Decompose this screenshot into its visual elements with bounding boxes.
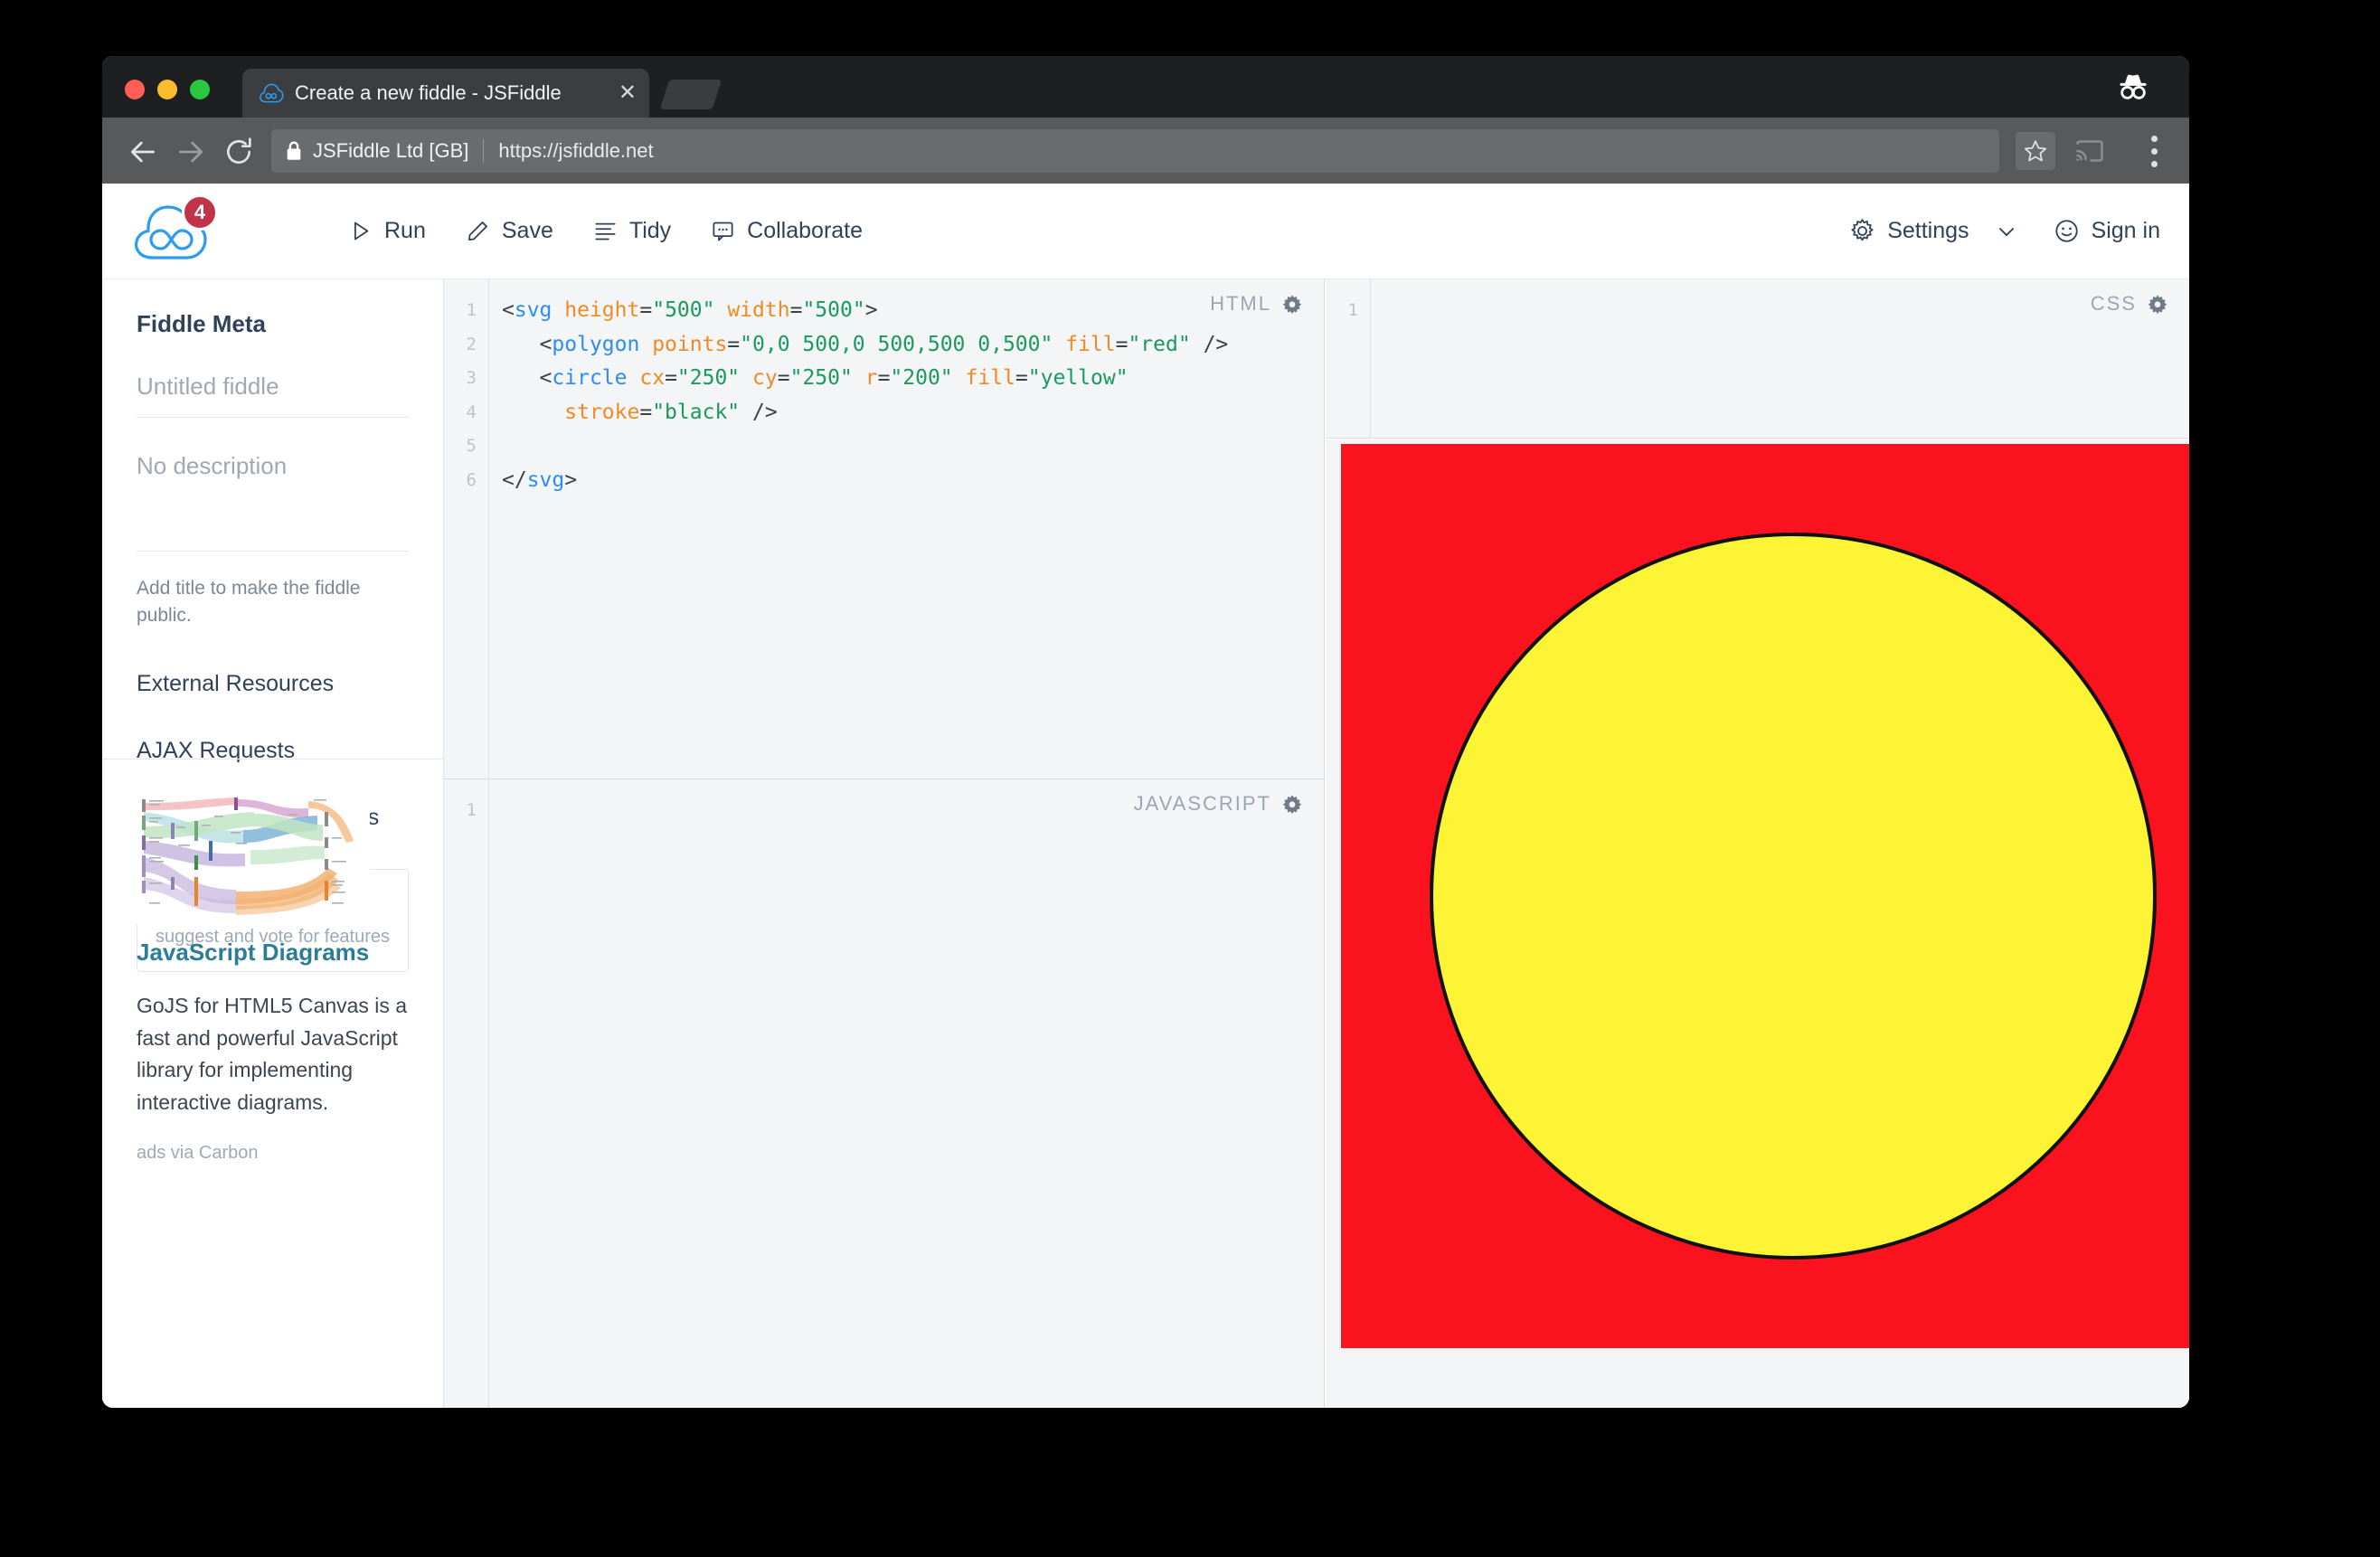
html-editor-pane[interactable]: 123456 <svg height="500" width="500"> <p… xyxy=(444,279,1325,779)
kebab-dot xyxy=(2151,161,2158,167)
incognito-icon xyxy=(2113,69,2153,105)
minimize-window-button[interactable] xyxy=(157,80,177,99)
javascript-pane-label[interactable]: JAVASCRIPT xyxy=(1134,792,1302,816)
back-icon[interactable] xyxy=(125,134,161,170)
url-text: https://jsfiddle.net xyxy=(498,139,653,163)
toolbar-right: Settings Sign in xyxy=(1849,184,2160,278)
javascript-label-text: JAVASCRIPT xyxy=(1134,792,1271,816)
html-label-text: HTML xyxy=(1210,292,1271,316)
sidebar-item-external-resources[interactable]: External Resources xyxy=(137,630,409,697)
ad-body: GoJS for HTML5 Canvas is a fast and powe… xyxy=(137,967,409,1119)
maximize-window-button[interactable] xyxy=(190,80,210,99)
ad-source[interactable]: ads via Carbon xyxy=(137,1119,409,1164)
settings-button[interactable]: Settings xyxy=(1849,218,2018,244)
javascript-code[interactable] xyxy=(502,779,1324,1408)
star-icon xyxy=(2023,138,2048,164)
save-button[interactable]: Save xyxy=(466,218,553,244)
browser-tab-active[interactable]: Create a new fiddle - JSFiddle ✕ xyxy=(242,69,649,118)
sidebar-item-ajax-requests[interactable]: AJAX Requests xyxy=(137,697,409,764)
app-toolbar: 4 Run Save xyxy=(102,184,2189,279)
chat-icon xyxy=(711,219,735,243)
run-button[interactable]: Run xyxy=(348,218,426,244)
play-icon xyxy=(348,219,373,243)
gear-icon xyxy=(1849,218,1875,244)
javascript-line-numbers: 1 xyxy=(444,779,489,1408)
jsfiddle-cloud-favicon xyxy=(259,80,284,106)
html-pane-label[interactable]: HTML xyxy=(1210,292,1302,316)
settings-label: Settings xyxy=(1887,218,1969,244)
public-note: Add title to make the fiddle public. xyxy=(137,552,409,630)
kebab-dot xyxy=(2151,148,2158,155)
reload-icon[interactable] xyxy=(221,134,257,170)
javascript-editor-pane[interactable]: 1 JAVASCRIPT xyxy=(444,779,1325,1408)
screenshot-root: Create a new fiddle - JSFiddle ✕ xyxy=(0,0,2380,1557)
css-pane-label[interactable]: CSS xyxy=(2091,292,2168,316)
url-input[interactable]: JSFiddle Ltd [GB] https://jsfiddle.net xyxy=(271,129,1999,173)
html-line-numbers: 123456 xyxy=(444,279,489,778)
ad-title[interactable]: JavaScript Diagrams xyxy=(137,924,409,967)
sign-in-button[interactable]: Sign in xyxy=(2054,218,2160,244)
run-label: Run xyxy=(384,218,426,244)
svg-preview-output xyxy=(1341,444,2189,1348)
css-line-numbers: 1 xyxy=(1326,279,1371,438)
gear-icon[interactable] xyxy=(2148,294,2168,314)
css-label-text: CSS xyxy=(2091,292,2137,316)
sign-in-label: Sign in xyxy=(2092,218,2160,244)
browser-menu-button[interactable] xyxy=(2149,136,2158,174)
tidy-label: Tidy xyxy=(629,218,671,244)
page-title: Fiddle Meta xyxy=(137,279,409,338)
list-icon xyxy=(593,219,618,243)
sidebar: Fiddle Meta Untitled fiddle No descripti… xyxy=(102,279,444,1408)
toolbar-actions: Run Save Tidy xyxy=(348,184,863,278)
save-label: Save xyxy=(502,218,553,244)
new-tab-button[interactable] xyxy=(660,80,722,109)
forward-icon[interactable] xyxy=(173,134,209,170)
advertisement[interactable]: JavaScript Diagrams GoJS for HTML5 Canva… xyxy=(102,760,443,1408)
browser-address-bar: JSFiddle Ltd [GB] https://jsfiddle.net xyxy=(102,118,2189,184)
fiddle-description-input[interactable]: No description xyxy=(137,418,409,552)
css-code[interactable] xyxy=(1384,279,2189,438)
close-tab-icon[interactable]: ✕ xyxy=(619,82,637,104)
jsfiddle-page: 4 Run Save xyxy=(102,184,2189,1408)
result-preview-pane xyxy=(1326,439,2189,1408)
window-traffic-lights xyxy=(125,80,210,99)
editor-area: 123456 <svg height="500" width="500"> <p… xyxy=(444,279,2189,1408)
browser-tab-strip: Create a new fiddle - JSFiddle ✕ xyxy=(102,56,2189,118)
jsfiddle-logo[interactable]: 4 xyxy=(129,196,216,265)
chevron-down-icon[interactable] xyxy=(1994,219,2019,244)
html-code[interactable]: <svg height="500" width="500"> <polygon … xyxy=(502,279,1324,778)
smiley-icon xyxy=(2054,218,2080,244)
lock-icon xyxy=(286,141,302,161)
main-area: Fiddle Meta Untitled fiddle No descripti… xyxy=(102,279,2189,1408)
pencil-icon xyxy=(466,219,490,243)
css-editor-pane[interactable]: 1 CSS xyxy=(1326,279,2189,439)
sankey-diagram-image xyxy=(137,790,370,924)
gear-icon[interactable] xyxy=(1282,794,1302,814)
cast-icon[interactable] xyxy=(2073,135,2106,167)
gear-icon[interactable] xyxy=(1282,294,1302,314)
site-identity-label: JSFiddle Ltd [GB] xyxy=(313,139,468,163)
fiddle-title-input[interactable]: Untitled fiddle xyxy=(137,338,409,418)
close-window-button[interactable] xyxy=(125,80,145,99)
collaborate-button[interactable]: Collaborate xyxy=(711,218,863,244)
url-separator xyxy=(483,139,484,163)
browser-window: Create a new fiddle - JSFiddle ✕ xyxy=(102,56,2189,1408)
browser-tab-title: Create a new fiddle - JSFiddle xyxy=(295,83,609,103)
notification-badge: 4 xyxy=(182,194,218,231)
kebab-dot xyxy=(2151,136,2158,142)
collaborate-label: Collaborate xyxy=(747,218,863,244)
bookmark-button[interactable] xyxy=(2016,132,2055,170)
tidy-button[interactable]: Tidy xyxy=(593,218,671,244)
